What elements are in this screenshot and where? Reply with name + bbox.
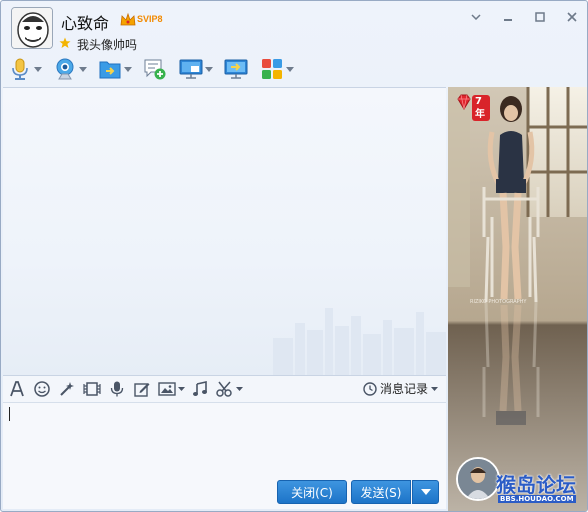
options-icon[interactable] [465,7,487,27]
send-button[interactable]: 发送(S) [351,480,411,504]
create-group-chat-icon [142,56,168,82]
chat-window: 心致命 SVIP8 我头像帅吗 消息记录 关闭(C) 发送(S) 7年 RIZI… [0,0,588,512]
apps-icon [259,56,285,82]
forum-url: BBS.HOUDAO.COM [498,495,576,503]
chat-toolbar [7,55,304,83]
send-file-button[interactable] [97,55,132,83]
contact-signature: 我头像帅吗 [77,38,138,52]
close-icon[interactable] [561,7,583,27]
remote-desktop-button[interactable] [178,55,213,83]
maximize-icon[interactable] [529,7,551,27]
emoji-icon[interactable] [31,378,53,400]
forum-avatar [456,457,500,501]
clock-icon [363,381,377,396]
chevron-down-icon[interactable] [431,386,438,391]
contact-nickname[interactable]: 心致命 [61,10,109,34]
magic-expression-icon[interactable] [56,378,78,400]
city-skyline-watermark [273,308,446,375]
image-icon[interactable] [156,378,186,400]
contact-avatar[interactable] [11,7,53,49]
minimize-icon[interactable] [497,7,519,27]
music-icon[interactable] [189,378,211,400]
screenshot-scissors-icon[interactable] [214,378,244,400]
share-screen-icon [223,56,249,82]
voice-message-icon[interactable] [106,378,128,400]
svip-label: SVIP8 [137,14,163,24]
close-button[interactable]: 关闭(C) [277,480,347,504]
window-controls [465,7,583,27]
message-history-area[interactable] [3,87,446,375]
years-badge: 7年 [456,93,490,121]
chevron-down-icon [420,489,431,495]
message-history-button[interactable]: 消息记录 [363,380,438,397]
photo-caption: RIZIKO PHOTOGRAPHY [470,299,527,305]
star-icon [59,37,71,48]
video-call-button[interactable] [52,55,87,83]
contact-header: 心致命 SVIP8 我头像帅吗 [1,1,587,53]
years-label: 7年 [472,95,490,121]
create-group-chat-button[interactable] [142,55,168,83]
edit-doodle-icon[interactable] [131,378,153,400]
crown-icon [120,12,136,26]
forum-title: 猴岛论坛 [496,473,576,497]
apps-button[interactable] [259,55,294,83]
diamond-icon [457,94,471,110]
video-clip-icon[interactable] [81,378,103,400]
microphone-icon [7,56,33,82]
input-toolbar: 消息记录 [3,375,446,403]
chevron-down-icon[interactable] [177,387,185,391]
font-icon[interactable] [6,378,28,400]
chevron-down-icon[interactable] [34,64,42,74]
chevron-down-icon[interactable] [79,64,87,74]
chevron-down-icon[interactable] [205,64,213,74]
send-file-icon [97,56,123,82]
text-caret [9,407,10,421]
chevron-down-icon[interactable] [235,387,243,391]
message-history-label: 消息记录 [379,382,428,396]
remote-desktop-icon [178,56,204,82]
chevron-down-icon[interactable] [124,64,132,74]
chevron-down-icon[interactable] [286,64,294,74]
webcam-icon [52,56,78,82]
share-screen-button[interactable] [223,55,249,83]
voice-call-button[interactable] [7,55,42,83]
send-options-button[interactable] [412,480,439,504]
contact-show-panel: 7年 RIZIKO PHOTOGRAPHY 猴岛论坛 BBS.HOUDAO.CO… [448,87,587,511]
svip-badge[interactable]: SVIP8 [119,12,165,28]
